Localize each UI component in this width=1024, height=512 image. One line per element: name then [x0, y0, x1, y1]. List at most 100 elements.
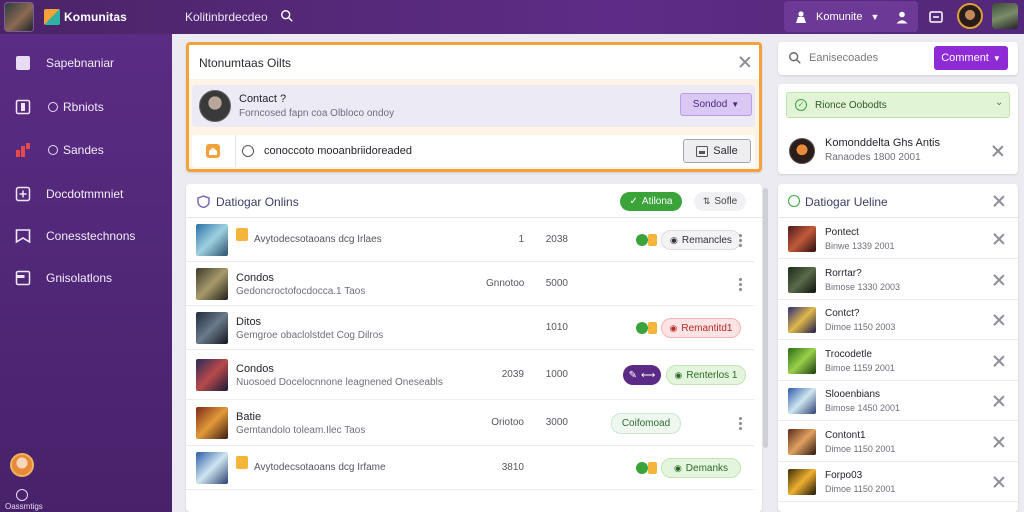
comment-button[interactable]: Comment ▼ — [934, 46, 1008, 70]
list-title: Datiogar Onlins — [216, 195, 299, 209]
list-item[interactable]: Contct? Dimoe 1150 2003 — [778, 300, 1018, 340]
more-options-icon[interactable] — [739, 233, 743, 249]
sidebar-item-add-document[interactable]: Docdotmmniet — [0, 179, 172, 209]
close-icon[interactable] — [993, 355, 1005, 367]
row-value: 1010 — [545, 322, 568, 333]
status-badge[interactable]: ◉ Demanks — [661, 458, 741, 478]
sidebar-item-list[interactable]: Gnisolatlons — [0, 263, 172, 293]
notification-item[interactable]: Contact ? Forncosed fapn coa Olbloco ond… — [192, 85, 755, 127]
chevron-down-icon: ▼ — [992, 53, 1001, 63]
item-name: Rorrtar? — [825, 267, 862, 279]
row-description: Gemgroe obaclolstdet Cog Dilros — [236, 330, 384, 341]
account-avatar[interactable] — [10, 453, 34, 477]
edit-icon: ✎ — [628, 369, 638, 381]
app-title: Komunitas — [64, 10, 127, 24]
sidebar-item-label: Docdotmmniet — [46, 187, 124, 201]
send-button[interactable]: Sondod ▼ — [680, 93, 752, 116]
item-name: Pontect — [825, 227, 859, 238]
table-row[interactable]: Condos Gedoncroctofocdocca.1 Taos Gnnotoo 5… — [186, 262, 754, 306]
close-icon[interactable] — [739, 56, 751, 68]
table-row[interactable]: Avytodecsotaoans dcg Irfame 3810 ◉ Demanks — [186, 446, 754, 490]
filter-label: Atilona — [641, 196, 673, 207]
close-icon[interactable] — [993, 436, 1005, 448]
table-row[interactable]: Batie Gemtandolo toleam.Ilec Taos Oriotoo 3… — [186, 400, 754, 446]
sidebar-item-page[interactable]: Sapebnaniar — [0, 48, 172, 78]
list-item[interactable]: Forpo03 Dimoe 1150 2001 — [778, 462, 1018, 502]
list-item[interactable]: Trocodetle Bimoe 1159 2001 — [778, 341, 1018, 381]
filter-pill[interactable]: ✓ Atilona — [620, 192, 682, 211]
notification-name: Contact ? — [239, 93, 287, 105]
row-name: Condos — [236, 363, 274, 375]
close-icon[interactable] — [993, 395, 1005, 407]
featured-avatar — [789, 138, 815, 164]
breadcrumb[interactable]: Kolitinbrdecdeo — [185, 10, 268, 24]
more-options-icon[interactable] — [739, 416, 743, 432]
chart-icon — [16, 143, 30, 157]
list-item[interactable]: Rorrtar? Bimose 1330 2003 — [778, 260, 1018, 300]
search-input[interactable]: Eanisecoades — [809, 52, 878, 64]
list-item[interactable]: Slooenbians Bimose 1450 2001 — [778, 381, 1018, 421]
table-row[interactable]: Avytodecsotaoans dcg Irlaes 1 2038 ◉ Remancl… — [186, 218, 754, 262]
close-icon[interactable] — [993, 314, 1005, 326]
online-toggle-icon[interactable] — [636, 462, 648, 474]
comment-button-label: Comment — [941, 52, 989, 64]
status-badge[interactable]: ◉ Remancles — [661, 230, 741, 250]
lock-icon — [648, 322, 657, 334]
featured-panel: ✓ Rionce Oobodts ⌄ Komonddelta Ghs Antis… — [778, 84, 1018, 174]
right-list-header: Datiogar Ueline — [778, 184, 1018, 218]
lock-icon — [648, 462, 657, 474]
list-item[interactable]: Contont1 Dimoe 1150 2001 — [778, 422, 1018, 462]
user-avatar[interactable] — [4, 2, 34, 32]
window-icon[interactable] — [928, 9, 944, 25]
table-row[interactable]: Ditos Gemgroe obaclolstdet Cog Dilros 1010… — [186, 306, 754, 350]
sidebar-item-bookmark[interactable]: Rbniots — [0, 92, 172, 122]
close-icon[interactable] — [993, 274, 1005, 286]
inbox-icon — [15, 229, 31, 244]
row-thumbnail — [196, 407, 228, 439]
chevron-down-icon[interactable]: ⌄ — [995, 97, 1003, 108]
row-value: 3000 — [545, 417, 568, 428]
save-button[interactable]: Salle — [683, 139, 751, 163]
online-toggle-icon[interactable] — [636, 322, 648, 334]
row-description: Nuosoed Docelocnnone leagnened Oneseabls — [236, 377, 443, 388]
action-pill[interactable]: ✎ ⟷ — [623, 365, 661, 385]
table-row[interactable]: Condos Nuosoed Docelocnnone leagnened One… — [186, 350, 754, 400]
close-icon[interactable] — [993, 476, 1005, 488]
circle-icon — [48, 102, 58, 112]
row-thumbnail — [196, 224, 228, 256]
close-icon[interactable] — [993, 233, 1005, 245]
row-description: Gemtandolo toleam.Ilec Taos — [236, 425, 366, 436]
options-icon: ⟷ — [641, 369, 656, 381]
item-subtitle: Binwe 1339 2001 — [825, 241, 895, 251]
info-banner[interactable]: ✓ Rionce Oobodts ⌄ — [786, 92, 1010, 118]
scrollbar[interactable] — [763, 188, 768, 448]
item-name: Slooenbians — [825, 389, 881, 400]
status-label: Remantitd1 — [681, 322, 733, 334]
online-toggle-icon[interactable] — [636, 234, 648, 246]
status-label: Coifomoad — [621, 418, 671, 429]
status-icon — [788, 195, 800, 207]
more-options-icon[interactable] — [739, 277, 743, 293]
sidebar-item-chart[interactable]: Sandes — [0, 135, 172, 165]
list-item[interactable]: Pontect Binwe 1339 2001 — [778, 219, 1018, 259]
status-badge[interactable]: ◉ Remantitd1 — [661, 318, 741, 338]
status-badge[interactable]: ◉ Renterlos 1 — [666, 365, 746, 385]
friend-avatar[interactable] — [957, 3, 983, 29]
close-icon[interactable] — [992, 145, 1004, 157]
community-switcher[interactable]: Komunite ▼ — [784, 1, 918, 32]
search-icon[interactable] — [280, 9, 294, 23]
status-dot-icon: ◉ — [670, 234, 678, 245]
sidebar-item-inbox[interactable]: Conesstechnons — [0, 221, 172, 251]
message-input[interactable]: conoccoto mooanbriidoreaded — [264, 145, 412, 157]
user-icon[interactable] — [895, 10, 909, 24]
row-name: Condos — [236, 272, 274, 284]
row-thumbnail — [196, 312, 228, 344]
profile-avatar[interactable] — [992, 3, 1018, 29]
settings-icon[interactable] — [16, 489, 28, 501]
status-badge[interactable]: Coifomoad — [611, 413, 681, 434]
item-subtitle: Bimose 1450 2001 — [825, 403, 901, 413]
close-icon[interactable] — [993, 195, 1005, 207]
list-icon — [15, 270, 31, 286]
item-name: Trocodetle — [825, 348, 872, 360]
sort-pill[interactable]: ⇅ Sofle — [694, 192, 746, 211]
